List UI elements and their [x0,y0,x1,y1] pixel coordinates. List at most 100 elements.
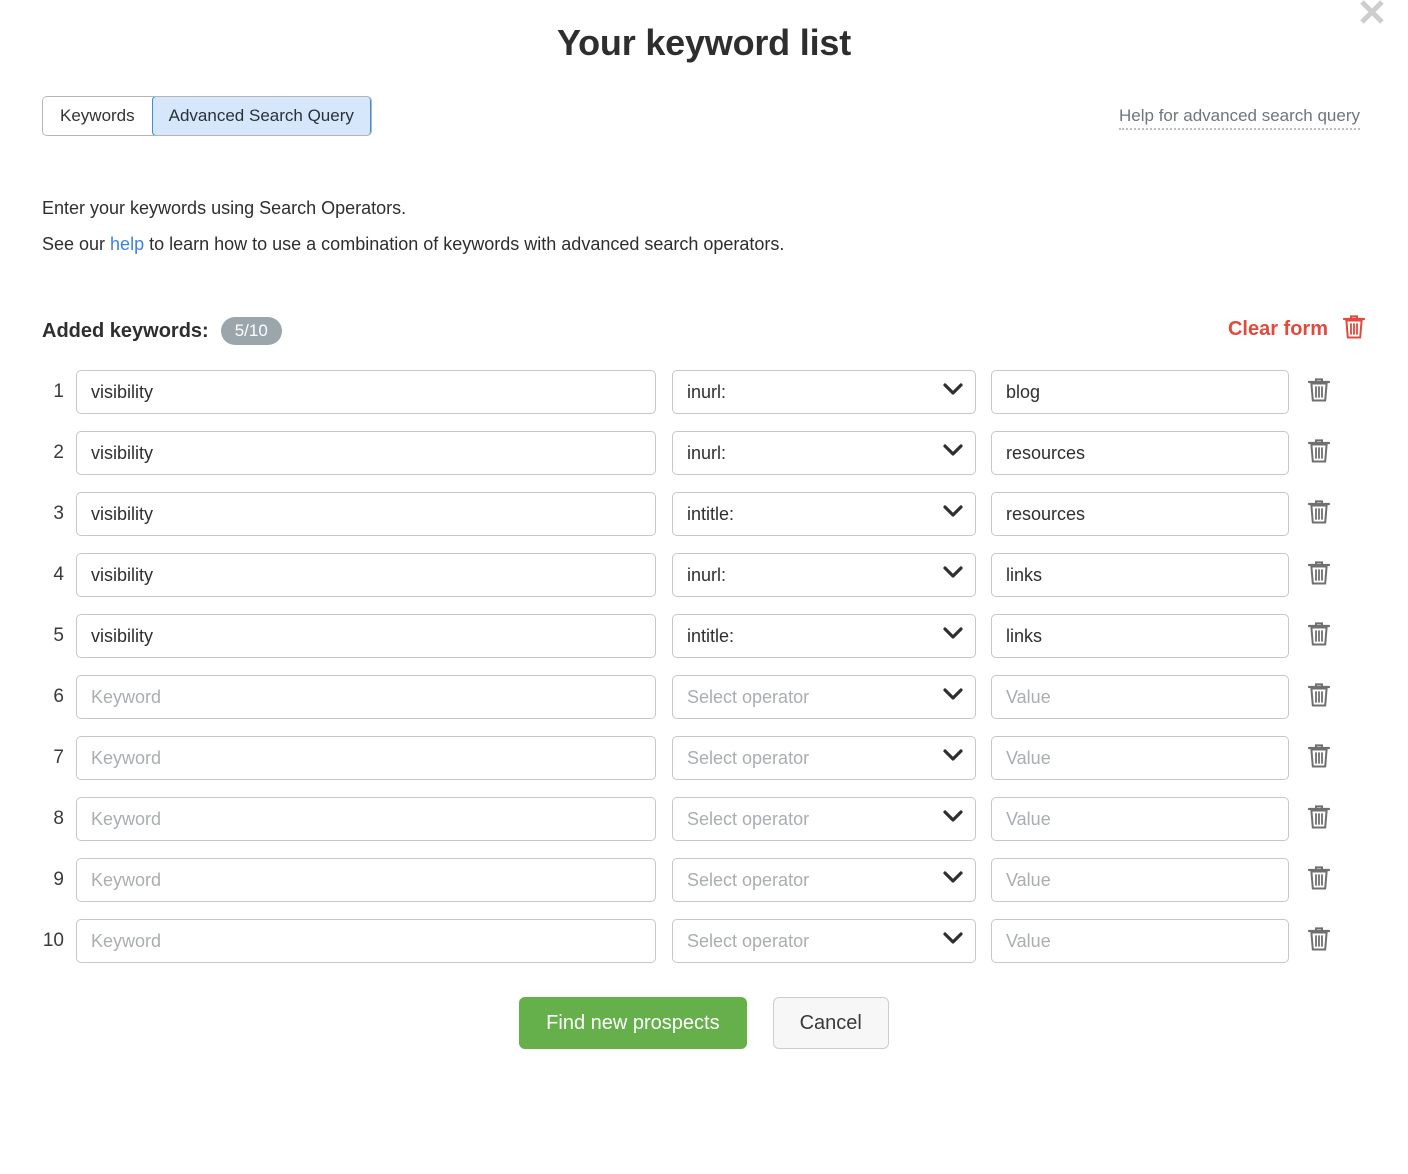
row-number: 2 [53,442,64,463]
description: Enter your keywords using Search Operato… [0,190,1408,262]
trash-icon [1307,438,1331,469]
keyword-rows: 1 Select operatorinurl:intitle:intext:sit… [0,370,1408,963]
row-number: 1 [53,381,64,402]
row-number: 10 [42,930,64,951]
tab-advanced-search-query[interactable]: Advanced Search Query [151,97,371,135]
find-new-prospects-button[interactable]: Find new prospects [519,997,747,1049]
delete-row-button[interactable] [1289,499,1349,530]
table-row: 10 Select operatorinurl:intitle:intext:si… [42,919,1366,963]
trash-icon [1307,499,1331,530]
operator-select[interactable]: Select operatorinurl:intitle:intext:site… [672,553,976,597]
delete-row-button[interactable] [1289,743,1349,774]
value-input[interactable] [991,370,1289,414]
table-row: 9 Select operatorinurl:intitle:intext:sit… [42,858,1366,902]
operator-select[interactable]: Select operatorinurl:intitle:intext:site… [672,370,976,414]
keyword-input[interactable] [76,614,656,658]
operator-select[interactable]: Select operatorinurl:intitle:intext:site… [672,492,976,536]
row-number: 6 [53,686,64,707]
delete-row-button[interactable] [1289,804,1349,835]
value-input[interactable] [991,675,1289,719]
keyword-input[interactable] [76,492,656,536]
table-row: 3 Select operatorinurl:intitle:intext:sit… [42,492,1366,536]
value-input[interactable] [991,736,1289,780]
keyword-input[interactable] [76,736,656,780]
operator-select-wrap: Select operatorinurl:intitle:intext:site… [672,370,976,414]
table-row: 5 Select operatorinurl:intitle:intext:sit… [42,614,1366,658]
clear-form-button[interactable]: Clear form [1228,314,1366,345]
delete-row-button[interactable] [1289,560,1349,591]
operator-select[interactable]: Select operatorinurl:intitle:intext:site… [672,675,976,719]
value-input[interactable] [991,919,1289,963]
description-line-2: See our help to learn how to use a combi… [42,226,1366,262]
row-number: 7 [53,747,64,768]
tabs-row: Keywords Advanced Search Query Help for … [0,96,1408,138]
row-number: 4 [53,564,64,585]
operator-select-wrap: Select operatorinurl:intitle:intext:site… [672,431,976,475]
keyword-input[interactable] [76,431,656,475]
operator-select[interactable]: Select operatorinurl:intitle:intext:site… [672,919,976,963]
close-icon [1355,0,1389,29]
row-number: 8 [53,808,64,829]
operator-select[interactable]: Select operatorinurl:intitle:intext:site… [672,858,976,902]
operator-select[interactable]: Select operatorinurl:intitle:intext:site… [672,797,976,841]
table-row: 8 Select operatorinurl:intitle:intext:sit… [42,797,1366,841]
value-input[interactable] [991,797,1289,841]
table-row: 2 Select operatorinurl:intitle:intext:sit… [42,431,1366,475]
table-row: 1 Select operatorinurl:intitle:intext:sit… [42,370,1366,414]
trash-icon [1342,314,1366,345]
added-keywords-label: Added keywords: [42,319,209,342]
keyword-input[interactable] [76,553,656,597]
keyword-input[interactable] [76,370,656,414]
value-input[interactable] [991,858,1289,902]
trash-icon [1307,560,1331,591]
operator-select-wrap: Select operatorinurl:intitle:intext:site… [672,675,976,719]
operator-select-wrap: Select operatorinurl:intitle:intext:site… [672,919,976,963]
table-row: 4 Select operatorinurl:intitle:intext:sit… [42,553,1366,597]
delete-row-button[interactable] [1289,682,1349,713]
row-number: 3 [53,503,64,524]
delete-row-button[interactable] [1289,865,1349,896]
trash-icon [1307,621,1331,652]
operator-select-wrap: Select operatorinurl:intitle:intext:site… [672,492,976,536]
clear-form-label: Clear form [1227,318,1328,340]
operator-select[interactable]: Select operatorinurl:intitle:intext:site… [672,431,976,475]
keyword-input[interactable] [76,858,656,902]
trash-icon [1307,804,1331,835]
keyword-input[interactable] [76,797,656,841]
description-line-1: Enter your keywords using Search Operato… [42,198,407,218]
value-input[interactable] [991,553,1289,597]
operator-select-wrap: Select operatorinurl:intitle:intext:site… [672,858,976,902]
operator-select-wrap: Select operatorinurl:intitle:intext:site… [672,614,976,658]
added-keywords-bar: Added keywords: 5/10 Clear form [0,314,1408,348]
operator-select[interactable]: Select operatorinurl:intitle:intext:site… [672,614,976,658]
operator-select-wrap: Select operatorinurl:intitle:intext:site… [672,553,976,597]
trash-icon [1307,926,1331,957]
value-input[interactable] [991,431,1289,475]
delete-row-button[interactable] [1289,621,1349,652]
added-keywords-count-badge: 5/10 [220,317,282,345]
delete-row-button[interactable] [1289,926,1349,957]
close-button[interactable] [1350,0,1394,34]
modal-actions: Find new prospects Cancel [0,997,1408,1049]
help-inline-link[interactable]: help [110,234,144,254]
delete-row-button[interactable] [1289,377,1349,408]
table-row: 6 Select operatorinurl:intitle:intext:sit… [42,675,1366,719]
description-line-2-after: to learn how to use a combination of key… [144,234,785,254]
cancel-button[interactable]: Cancel [772,997,889,1049]
delete-row-button[interactable] [1289,438,1349,469]
help-for-advanced-search-query-link[interactable]: Help for advanced search query [1119,106,1360,130]
row-number: 9 [53,869,64,890]
keyword-input[interactable] [76,675,656,719]
value-input[interactable] [991,492,1289,536]
page-title: Your keyword list [556,22,851,63]
trash-icon [1307,377,1331,408]
trash-icon [1307,682,1331,713]
description-line-2-before: See our [42,234,111,254]
trash-icon [1307,743,1331,774]
tab-keywords[interactable]: Keywords [43,97,152,135]
table-row: 7 Select operatorinurl:intitle:intext:sit… [42,736,1366,780]
value-input[interactable] [991,614,1289,658]
trash-icon [1307,865,1331,896]
operator-select[interactable]: Select operatorinurl:intitle:intext:site… [672,736,976,780]
keyword-input[interactable] [76,919,656,963]
